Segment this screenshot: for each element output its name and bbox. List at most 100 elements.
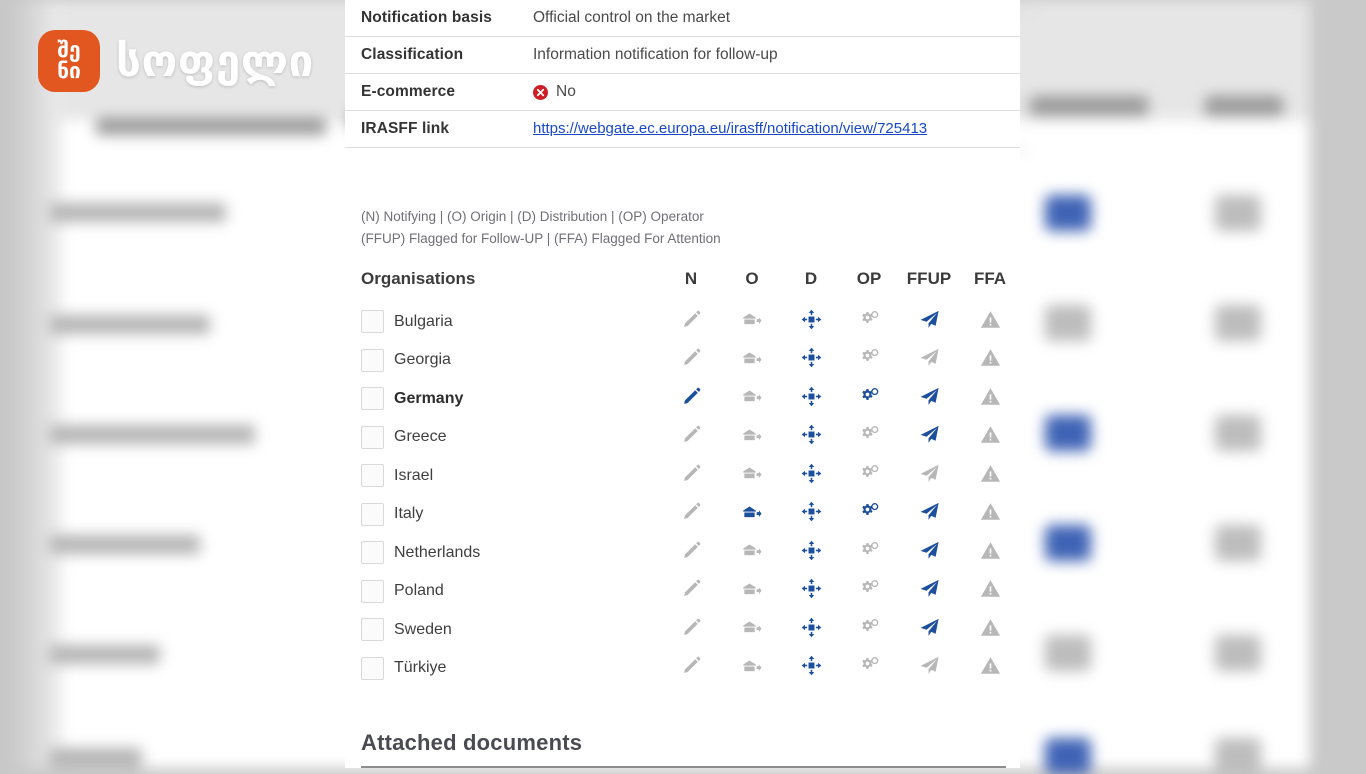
- cell-n[interactable]: [660, 457, 722, 496]
- cell-op[interactable]: [840, 534, 898, 573]
- cell-n[interactable]: [660, 495, 722, 534]
- paper-plane-icon[interactable]: [919, 617, 940, 638]
- row-checkbox[interactable]: [361, 541, 384, 565]
- cell-o[interactable]: [722, 649, 782, 688]
- row-checkbox-cell[interactable]: [345, 534, 391, 573]
- warehouse-arrow-icon[interactable]: [741, 463, 763, 483]
- cell-op[interactable]: [840, 303, 898, 342]
- row-checkbox-cell[interactable]: [345, 303, 391, 342]
- gears-icon[interactable]: [858, 655, 881, 676]
- cell-d[interactable]: [782, 303, 840, 342]
- irasff-link[interactable]: https://webgate.ec.europa.eu/irasff/noti…: [533, 120, 927, 137]
- gears-icon[interactable]: [858, 540, 881, 561]
- row-checkbox-cell[interactable]: [345, 380, 391, 419]
- cell-ffup[interactable]: [898, 457, 960, 496]
- gears-icon[interactable]: [858, 424, 881, 445]
- warning-triangle-icon[interactable]: [980, 617, 1001, 638]
- cell-op[interactable]: [840, 380, 898, 419]
- cell-ffup[interactable]: [898, 380, 960, 419]
- cell-ffa[interactable]: [960, 418, 1020, 457]
- cell-n[interactable]: [660, 572, 722, 611]
- warehouse-arrow-icon[interactable]: [741, 617, 763, 637]
- distribution-spread-icon[interactable]: [801, 655, 822, 676]
- gears-icon[interactable]: [858, 463, 881, 484]
- cell-d[interactable]: [782, 611, 840, 650]
- warning-triangle-icon[interactable]: [980, 386, 1001, 407]
- cell-op[interactable]: [840, 418, 898, 457]
- pencil-icon[interactable]: [681, 578, 702, 599]
- gears-icon[interactable]: [858, 347, 881, 368]
- warehouse-arrow-icon[interactable]: [741, 425, 763, 445]
- cell-o[interactable]: [722, 457, 782, 496]
- cell-op[interactable]: [840, 457, 898, 496]
- paper-plane-icon[interactable]: [919, 578, 940, 599]
- cell-n[interactable]: [660, 341, 722, 380]
- cell-ffa[interactable]: [960, 380, 1020, 419]
- cell-ffa[interactable]: [960, 495, 1020, 534]
- cell-d[interactable]: [782, 495, 840, 534]
- warning-triangle-icon[interactable]: [980, 540, 1001, 561]
- warehouse-arrow-icon[interactable]: [741, 656, 763, 676]
- cell-ffup[interactable]: [898, 495, 960, 534]
- paper-plane-icon[interactable]: [919, 501, 940, 522]
- distribution-spread-icon[interactable]: [801, 309, 822, 330]
- cell-o[interactable]: [722, 380, 782, 419]
- warning-triangle-icon[interactable]: [980, 424, 1001, 445]
- gears-icon[interactable]: [858, 578, 881, 599]
- warehouse-arrow-icon[interactable]: [741, 348, 763, 368]
- paper-plane-icon[interactable]: [919, 655, 940, 676]
- paper-plane-icon[interactable]: [919, 540, 940, 561]
- cell-d[interactable]: [782, 418, 840, 457]
- cell-d[interactable]: [782, 380, 840, 419]
- warning-triangle-icon[interactable]: [980, 463, 1001, 484]
- paper-plane-icon[interactable]: [919, 386, 940, 407]
- cell-op[interactable]: [840, 649, 898, 688]
- distribution-spread-icon[interactable]: [801, 540, 822, 561]
- cell-d[interactable]: [782, 649, 840, 688]
- row-checkbox[interactable]: [361, 425, 384, 449]
- cell-d[interactable]: [782, 572, 840, 611]
- cell-o[interactable]: [722, 303, 782, 342]
- warning-triangle-icon[interactable]: [980, 309, 1001, 330]
- table-row[interactable]: Greece: [345, 418, 1020, 457]
- table-row[interactable]: Italy: [345, 495, 1020, 534]
- table-row[interactable]: Georgia: [345, 341, 1020, 380]
- distribution-spread-icon[interactable]: [801, 501, 822, 522]
- cell-d[interactable]: [782, 534, 840, 573]
- cell-ffa[interactable]: [960, 534, 1020, 573]
- pencil-icon[interactable]: [681, 501, 702, 522]
- distribution-spread-icon[interactable]: [801, 424, 822, 445]
- row-checkbox[interactable]: [361, 387, 384, 411]
- cell-ffup[interactable]: [898, 649, 960, 688]
- cell-ffup[interactable]: [898, 534, 960, 573]
- cell-n[interactable]: [660, 649, 722, 688]
- cell-n[interactable]: [660, 534, 722, 573]
- cell-d[interactable]: [782, 341, 840, 380]
- cell-o[interactable]: [722, 611, 782, 650]
- gears-icon[interactable]: [858, 386, 881, 407]
- row-checkbox[interactable]: [361, 618, 384, 642]
- pencil-icon[interactable]: [681, 309, 702, 330]
- row-checkbox-cell[interactable]: [345, 457, 391, 496]
- pencil-icon[interactable]: [681, 424, 702, 445]
- row-checkbox[interactable]: [361, 310, 384, 334]
- pencil-icon[interactable]: [681, 347, 702, 368]
- distribution-spread-icon[interactable]: [801, 386, 822, 407]
- warehouse-arrow-icon[interactable]: [741, 502, 763, 522]
- table-row[interactable]: Poland: [345, 572, 1020, 611]
- paper-plane-icon[interactable]: [919, 463, 940, 484]
- cell-n[interactable]: [660, 418, 722, 457]
- distribution-spread-icon[interactable]: [801, 617, 822, 638]
- row-checkbox-cell[interactable]: [345, 572, 391, 611]
- pencil-icon[interactable]: [681, 463, 702, 484]
- paper-plane-icon[interactable]: [919, 347, 940, 368]
- cell-d[interactable]: [782, 457, 840, 496]
- paper-plane-icon[interactable]: [919, 424, 940, 445]
- table-row[interactable]: Netherlands: [345, 534, 1020, 573]
- cell-ffa[interactable]: [960, 303, 1020, 342]
- row-checkbox-cell[interactable]: [345, 341, 391, 380]
- pencil-icon[interactable]: [681, 617, 702, 638]
- warning-triangle-icon[interactable]: [980, 501, 1001, 522]
- gears-icon[interactable]: [858, 501, 881, 522]
- warehouse-arrow-icon[interactable]: [741, 309, 763, 329]
